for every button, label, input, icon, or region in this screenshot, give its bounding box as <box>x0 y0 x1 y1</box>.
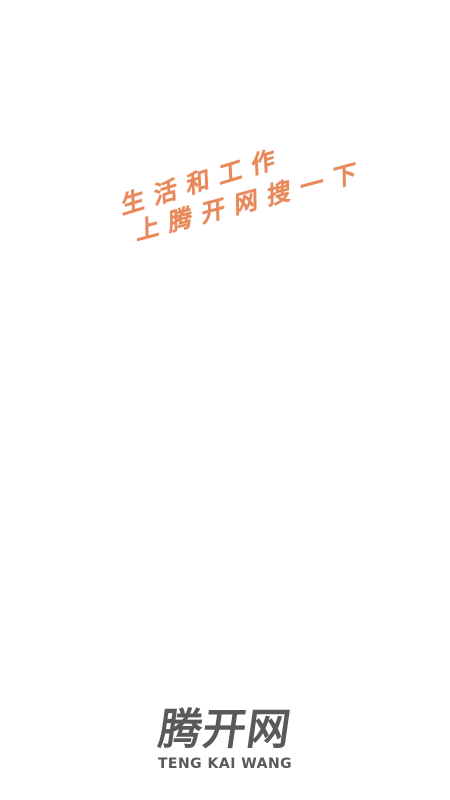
brand-name-english: TENG KAI WANG <box>157 756 293 772</box>
brand-logo: 腾开网 TENG KAI WANG <box>0 705 450 772</box>
slogan-line-2: 上腾开网搜一下 <box>130 156 368 247</box>
slogan-line-1: 生活和工作 <box>115 142 287 221</box>
brand-name-chinese: 腾开网 <box>155 705 295 755</box>
slogan: 生活和工作 上腾开网搜一下 <box>0 0 450 800</box>
splash-screen: 生活和工作 上腾开网搜一下 腾开网 TENG KAI WANG <box>0 0 450 800</box>
